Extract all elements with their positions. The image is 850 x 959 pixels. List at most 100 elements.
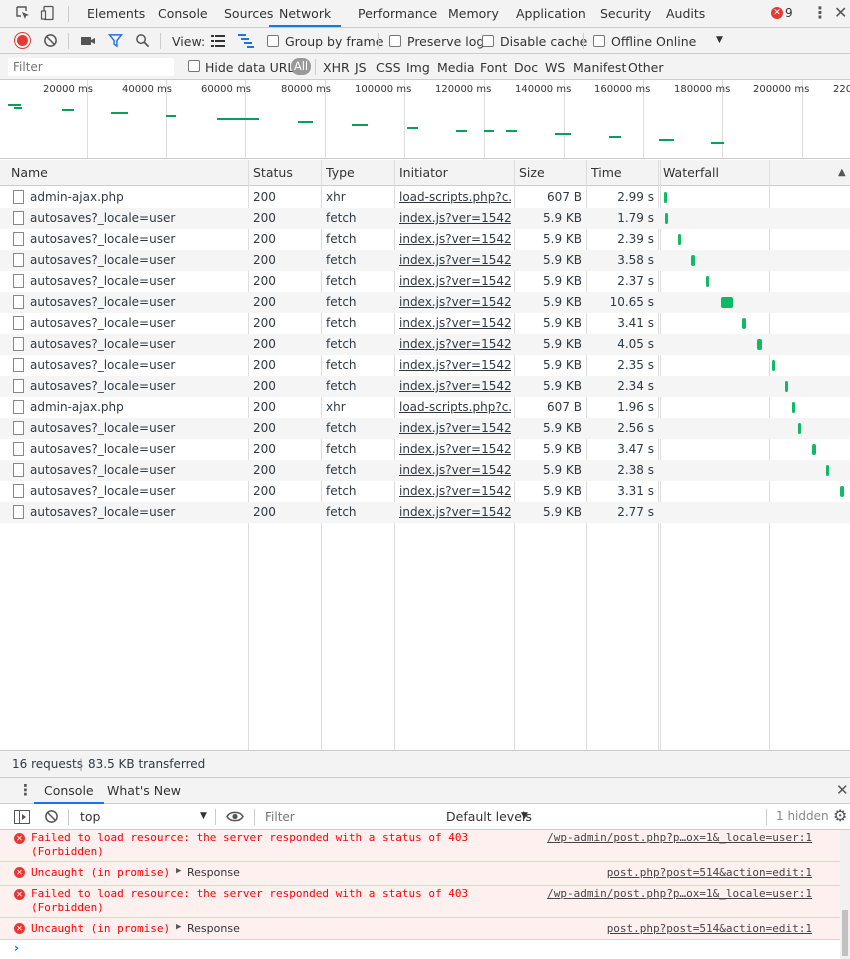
drawer-menu-icon[interactable]: ⋮ (18, 781, 33, 799)
console-filter-input[interactable] (260, 807, 436, 827)
tab-network[interactable]: Network (269, 0, 342, 27)
table-row[interactable]: autosaves?_locale=user 200 fetch index.js?v… (0, 355, 850, 376)
type-filter-all[interactable]: All (291, 58, 311, 75)
sort-ascending-icon[interactable]: ▲ (838, 167, 846, 178)
table-row[interactable]: autosaves?_locale=user 200 fetch index.js?v… (0, 229, 850, 250)
cell-initiator[interactable]: index.js?ver=15428... (399, 376, 511, 397)
message-source-link[interactable]: /wp-admin/post.php?p…ox=1&_locale=user:1 (547, 831, 812, 844)
record-icon[interactable] (15, 33, 30, 48)
table-row[interactable]: autosaves?_locale=user 200 fetch index.js?v… (0, 460, 850, 481)
column-header-size[interactable]: Size (519, 160, 545, 186)
table-row[interactable]: autosaves?_locale=user 200 fetch index.js?v… (0, 481, 850, 502)
table-row[interactable]: autosaves?_locale=user 200 fetch index.js?v… (0, 292, 850, 313)
cell-initiator[interactable]: index.js?ver=15428... (399, 481, 511, 502)
table-row[interactable]: admin-ajax.php 200 xhr load-scripts.php?c..… (0, 187, 850, 208)
screenshot-camera-icon[interactable] (80, 34, 96, 48)
drawer-tab-whats-new[interactable]: What's New (107, 778, 181, 804)
disable-cache-checkbox[interactable] (482, 35, 494, 47)
type-filter-js[interactable]: JS (355, 60, 367, 75)
table-row[interactable]: admin-ajax.php 200 xhr load-scripts.php?c..… (0, 397, 850, 418)
hide-data-urls-checkbox[interactable] (188, 60, 200, 72)
table-row[interactable]: autosaves?_locale=user 200 fetch index.js?v… (0, 439, 850, 460)
message-source-link[interactable]: post.php?post=514&action=edit:1 (607, 866, 812, 879)
drawer-tab-console[interactable]: Console (34, 778, 104, 804)
type-filter-css[interactable]: CSS (376, 60, 401, 75)
column-header-time[interactable]: Time (591, 160, 622, 186)
error-count[interactable]: 9 (785, 6, 793, 20)
cell-initiator[interactable]: index.js?ver=15428... (399, 502, 511, 523)
clear-icon[interactable] (43, 33, 58, 48)
context-selector[interactable]: top (80, 809, 100, 824)
sidebar-toggle-icon[interactable] (14, 810, 30, 824)
column-header-type[interactable]: Type (326, 160, 355, 186)
network-overview[interactable]: 20000 ms 40000 ms 60000 ms 80000 ms 1000… (0, 80, 850, 159)
search-icon[interactable] (135, 33, 150, 48)
offline-checkbox[interactable] (593, 35, 605, 47)
message-source-link[interactable]: /wp-admin/post.php?p…ox=1&_locale=user:1 (547, 887, 812, 900)
response-object[interactable]: Response (187, 922, 240, 935)
table-row[interactable]: autosaves?_locale=user 200 fetch index.js?v… (0, 502, 850, 523)
settings-gear-icon[interactable]: ⚙ (833, 806, 847, 825)
column-header-status[interactable]: Status (253, 160, 293, 186)
tab-elements[interactable]: Elements (87, 0, 145, 27)
type-filter-manifest[interactable]: Manifest (573, 60, 626, 75)
cell-initiator[interactable]: index.js?ver=15428... (399, 271, 511, 292)
clear-console-icon[interactable] (44, 809, 59, 824)
cell-initiator[interactable]: load-scripts.php?c... (399, 397, 511, 418)
type-filter-img[interactable]: Img (406, 60, 430, 75)
cell-initiator[interactable]: index.js?ver=15428... (399, 355, 511, 376)
type-filter-font[interactable]: Font (480, 60, 507, 75)
column-header-waterfall[interactable]: Waterfall (663, 160, 719, 186)
column-header-initiator[interactable]: Initiator (399, 160, 448, 186)
table-row[interactable]: autosaves?_locale=user 200 fetch index.js?v… (0, 208, 850, 229)
tab-memory[interactable]: Memory (448, 0, 499, 27)
cell-initiator[interactable]: index.js?ver=15428... (399, 439, 511, 460)
tab-performance[interactable]: Performance (358, 0, 437, 27)
expand-triangle-icon[interactable]: ▶ (176, 922, 181, 932)
type-filter-other[interactable]: Other (628, 60, 664, 75)
type-filter-doc[interactable]: Doc (514, 60, 538, 75)
type-filter-media[interactable]: Media (437, 60, 475, 75)
eye-icon[interactable] (226, 810, 244, 823)
close-devtools-icon[interactable]: ✕ (834, 3, 847, 22)
cell-initiator[interactable]: load-scripts.php?c... (399, 187, 511, 208)
preserve-log-checkbox[interactable] (389, 35, 401, 47)
table-row[interactable]: autosaves?_locale=user 200 fetch index.js?v… (0, 271, 850, 292)
cell-initiator[interactable]: index.js?ver=15428... (399, 313, 511, 334)
error-icon[interactable]: ✕ (771, 7, 783, 19)
tab-sources[interactable]: Sources (224, 0, 273, 27)
response-object[interactable]: Response (187, 866, 240, 879)
waterfall-overview-icon[interactable] (238, 34, 254, 48)
device-toolbar-icon[interactable] (40, 5, 56, 21)
scrollbar-thumb[interactable] (842, 910, 848, 956)
cell-initiator[interactable]: index.js?ver=15428... (399, 418, 511, 439)
inspect-element-icon[interactable] (15, 5, 31, 21)
cell-initiator[interactable]: index.js?ver=15428... (399, 460, 511, 481)
message-source-link[interactable]: post.php?post=514&action=edit:1 (607, 922, 812, 935)
throttling-select[interactable]: Online (656, 34, 696, 49)
tab-console[interactable]: Console (158, 0, 208, 27)
large-rows-icon[interactable] (211, 35, 225, 47)
filter-input[interactable] (8, 58, 174, 76)
chevron-down-icon[interactable]: ▼ (716, 35, 723, 45)
more-options-icon[interactable]: ⋮ (812, 3, 828, 22)
type-filter-xhr[interactable]: XHR (323, 60, 350, 75)
console-prompt-icon[interactable]: › (14, 941, 19, 955)
cell-initiator[interactable]: index.js?ver=15428... (399, 334, 511, 355)
tab-audits[interactable]: Audits (666, 0, 705, 27)
table-row[interactable]: autosaves?_locale=user 200 fetch index.js?v… (0, 376, 850, 397)
table-row[interactable]: autosaves?_locale=user 200 fetch index.js?v… (0, 250, 850, 271)
expand-triangle-icon[interactable]: ▶ (176, 866, 181, 876)
tab-application[interactable]: Application (516, 0, 586, 27)
filter-funnel-icon[interactable] (108, 33, 123, 48)
log-levels-select[interactable]: Default levels (446, 809, 532, 824)
table-row[interactable]: autosaves?_locale=user 200 fetch index.js?v… (0, 313, 850, 334)
console-scrollbar[interactable] (840, 830, 850, 959)
chevron-down-icon[interactable]: ▼ (200, 811, 207, 821)
chevron-down-icon[interactable]: ▼ (521, 811, 528, 821)
table-row[interactable]: autosaves?_locale=user 200 fetch index.js?v… (0, 334, 850, 355)
type-filter-ws[interactable]: WS (545, 60, 565, 75)
tab-security[interactable]: Security (600, 0, 651, 27)
column-header-name[interactable]: Name (11, 160, 48, 186)
cell-initiator[interactable]: index.js?ver=15428... (399, 250, 511, 271)
